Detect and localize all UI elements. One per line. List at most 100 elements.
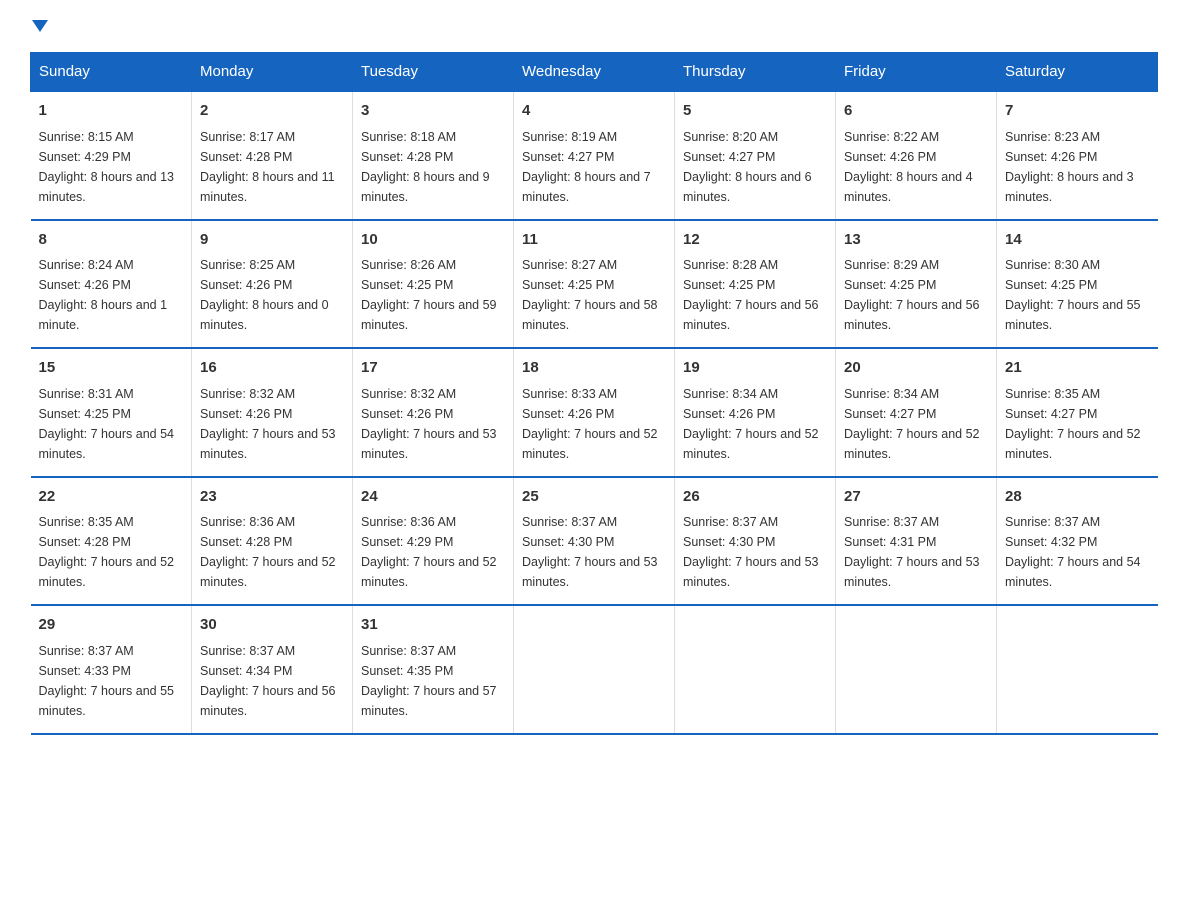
calendar-cell: 29 Sunrise: 8:37 AMSunset: 4:33 PMDayligh… — [31, 605, 192, 734]
day-info: Sunrise: 8:36 AMSunset: 4:29 PMDaylight:… — [361, 512, 505, 592]
calendar-cell: 4Sunrise: 8:19 AMSunset: 4:27 PMDaylight… — [514, 91, 675, 220]
day-number: 21 — [1005, 357, 1150, 380]
col-header-saturday: Saturday — [997, 53, 1158, 92]
calendar-cell: 20Sunrise: 8:34 AMSunset: 4:27 PMDayligh… — [836, 348, 997, 477]
calendar-cell: 27 Sunrise: 8:37 AMSunset: 4:31 PMDayligh… — [836, 477, 997, 606]
day-number: 29 — [39, 614, 184, 637]
logo-triangle-icon — [32, 20, 48, 32]
calendar-cell: 9 Sunrise: 8:25 AMSunset: 4:26 PMDaylight… — [192, 220, 353, 349]
day-number: 3 — [361, 100, 505, 123]
day-number: 30 — [200, 614, 344, 637]
day-number: 14 — [1005, 229, 1150, 252]
calendar-cell — [836, 605, 997, 734]
week-row-3: 15 Sunrise: 8:31 AMSunset: 4:25 PMDayligh… — [31, 348, 1158, 477]
day-info: Sunrise: 8:32 AMSunset: 4:26 PMDaylight:… — [361, 384, 505, 464]
day-info: Sunrise: 8:25 AMSunset: 4:26 PMDaylight:… — [200, 255, 344, 335]
day-info: Sunrise: 8:34 AMSunset: 4:27 PMDaylight:… — [844, 384, 988, 464]
col-header-tuesday: Tuesday — [353, 53, 514, 92]
day-number: 28 — [1005, 486, 1150, 509]
day-info: Sunrise: 8:27 AMSunset: 4:25 PMDaylight:… — [522, 255, 666, 335]
week-row-4: 22 Sunrise: 8:35 AMSunset: 4:28 PMDayligh… — [31, 477, 1158, 606]
day-info: Sunrise: 8:35 AMSunset: 4:28 PMDaylight:… — [39, 512, 184, 592]
day-info: Sunrise: 8:24 AMSunset: 4:26 PMDaylight:… — [39, 255, 184, 335]
day-info: Sunrise: 8:36 AMSunset: 4:28 PMDaylight:… — [200, 512, 344, 592]
calendar-cell: 23 Sunrise: 8:36 AMSunset: 4:28 PMDayligh… — [192, 477, 353, 606]
day-number: 17 — [361, 357, 505, 380]
day-info: Sunrise: 8:29 AMSunset: 4:25 PMDaylight:… — [844, 255, 988, 335]
day-info: Sunrise: 8:17 AMSunset: 4:28 PMDaylight:… — [200, 127, 344, 207]
day-number: 10 — [361, 229, 505, 252]
calendar-cell: 13 Sunrise: 8:29 AMSunset: 4:25 PMDayligh… — [836, 220, 997, 349]
day-number: 6 — [844, 100, 988, 123]
calendar-cell: 30 Sunrise: 8:37 AMSunset: 4:34 PMDayligh… — [192, 605, 353, 734]
week-row-1: 1 Sunrise: 8:15 AMSunset: 4:29 PMDaylight… — [31, 91, 1158, 220]
calendar-cell: 10 Sunrise: 8:26 AMSunset: 4:25 PMDayligh… — [353, 220, 514, 349]
calendar-cell: 31Sunrise: 8:37 AMSunset: 4:35 PMDayligh… — [353, 605, 514, 734]
day-info: Sunrise: 8:26 AMSunset: 4:25 PMDaylight:… — [361, 255, 505, 335]
day-number: 13 — [844, 229, 988, 252]
calendar-cell — [997, 605, 1158, 734]
day-info: Sunrise: 8:33 AMSunset: 4:26 PMDaylight:… — [522, 384, 666, 464]
day-info: Sunrise: 8:37 AMSunset: 4:31 PMDaylight:… — [844, 512, 988, 592]
calendar-cell — [675, 605, 836, 734]
calendar-cell: 24 Sunrise: 8:36 AMSunset: 4:29 PMDayligh… — [353, 477, 514, 606]
day-info: Sunrise: 8:15 AMSunset: 4:29 PMDaylight:… — [39, 127, 184, 207]
calendar-cell: 7 Sunrise: 8:23 AMSunset: 4:26 PMDaylight… — [997, 91, 1158, 220]
day-number: 19 — [683, 357, 827, 380]
col-header-friday: Friday — [836, 53, 997, 92]
day-info: Sunrise: 8:20 AMSunset: 4:27 PMDaylight:… — [683, 127, 827, 207]
col-header-wednesday: Wednesday — [514, 53, 675, 92]
calendar-cell: 14 Sunrise: 8:30 AMSunset: 4:25 PMDayligh… — [997, 220, 1158, 349]
calendar-cell: 11 Sunrise: 8:27 AMSunset: 4:25 PMDayligh… — [514, 220, 675, 349]
week-row-2: 8 Sunrise: 8:24 AMSunset: 4:26 PMDaylight… — [31, 220, 1158, 349]
calendar-cell: 28Sunrise: 8:37 AMSunset: 4:32 PMDayligh… — [997, 477, 1158, 606]
day-info: Sunrise: 8:37 AMSunset: 4:30 PMDaylight:… — [683, 512, 827, 592]
day-number: 9 — [200, 229, 344, 252]
calendar-cell: 5 Sunrise: 8:20 AMSunset: 4:27 PMDaylight… — [675, 91, 836, 220]
calendar-cell: 6 Sunrise: 8:22 AMSunset: 4:26 PMDaylight… — [836, 91, 997, 220]
col-header-thursday: Thursday — [675, 53, 836, 92]
calendar-cell: 25 Sunrise: 8:37 AMSunset: 4:30 PMDayligh… — [514, 477, 675, 606]
day-info: Sunrise: 8:37 AMSunset: 4:30 PMDaylight:… — [522, 512, 666, 592]
day-info: Sunrise: 8:37 AMSunset: 4:33 PMDaylight:… — [39, 641, 184, 721]
day-number: 5 — [683, 100, 827, 123]
day-number: 16 — [200, 357, 344, 380]
calendar-cell: 18 Sunrise: 8:33 AMSunset: 4:26 PMDayligh… — [514, 348, 675, 477]
day-info: Sunrise: 8:37 AMSunset: 4:34 PMDaylight:… — [200, 641, 344, 721]
day-number: 22 — [39, 486, 184, 509]
calendar-header-row: SundayMondayTuesdayWednesdayThursdayFrid… — [31, 53, 1158, 92]
day-number: 8 — [39, 229, 184, 252]
day-number: 23 — [200, 486, 344, 509]
week-row-5: 29 Sunrise: 8:37 AMSunset: 4:33 PMDayligh… — [31, 605, 1158, 734]
day-info: Sunrise: 8:37 AMSunset: 4:35 PMDaylight:… — [361, 641, 505, 721]
day-info: Sunrise: 8:31 AMSunset: 4:25 PMDaylight:… — [39, 384, 184, 464]
calendar-cell: 2Sunrise: 8:17 AMSunset: 4:28 PMDaylight… — [192, 91, 353, 220]
day-number: 11 — [522, 229, 666, 252]
calendar-cell: 3 Sunrise: 8:18 AMSunset: 4:28 PMDaylight… — [353, 91, 514, 220]
day-info: Sunrise: 8:35 AMSunset: 4:27 PMDaylight:… — [1005, 384, 1150, 464]
logo — [30, 20, 48, 32]
calendar-cell — [514, 605, 675, 734]
day-number: 24 — [361, 486, 505, 509]
calendar-cell: 21 Sunrise: 8:35 AMSunset: 4:27 PMDayligh… — [997, 348, 1158, 477]
col-header-monday: Monday — [192, 53, 353, 92]
day-info: Sunrise: 8:28 AMSunset: 4:25 PMDaylight:… — [683, 255, 827, 335]
day-number: 27 — [844, 486, 988, 509]
calendar-cell: 16 Sunrise: 8:32 AMSunset: 4:26 PMDayligh… — [192, 348, 353, 477]
day-info: Sunrise: 8:22 AMSunset: 4:26 PMDaylight:… — [844, 127, 988, 207]
day-number: 4 — [522, 100, 666, 123]
page-header — [30, 20, 1158, 32]
day-number: 18 — [522, 357, 666, 380]
day-number: 25 — [522, 486, 666, 509]
day-info: Sunrise: 8:32 AMSunset: 4:26 PMDaylight:… — [200, 384, 344, 464]
calendar-table: SundayMondayTuesdayWednesdayThursdayFrid… — [30, 52, 1158, 735]
day-number: 15 — [39, 357, 184, 380]
day-info: Sunrise: 8:23 AMSunset: 4:26 PMDaylight:… — [1005, 127, 1150, 207]
day-number: 7 — [1005, 100, 1150, 123]
day-number: 1 — [39, 100, 184, 123]
calendar-cell: 22 Sunrise: 8:35 AMSunset: 4:28 PMDayligh… — [31, 477, 192, 606]
day-info: Sunrise: 8:34 AMSunset: 4:26 PMDaylight:… — [683, 384, 827, 464]
day-info: Sunrise: 8:18 AMSunset: 4:28 PMDaylight:… — [361, 127, 505, 207]
col-header-sunday: Sunday — [31, 53, 192, 92]
day-info: Sunrise: 8:30 AMSunset: 4:25 PMDaylight:… — [1005, 255, 1150, 335]
